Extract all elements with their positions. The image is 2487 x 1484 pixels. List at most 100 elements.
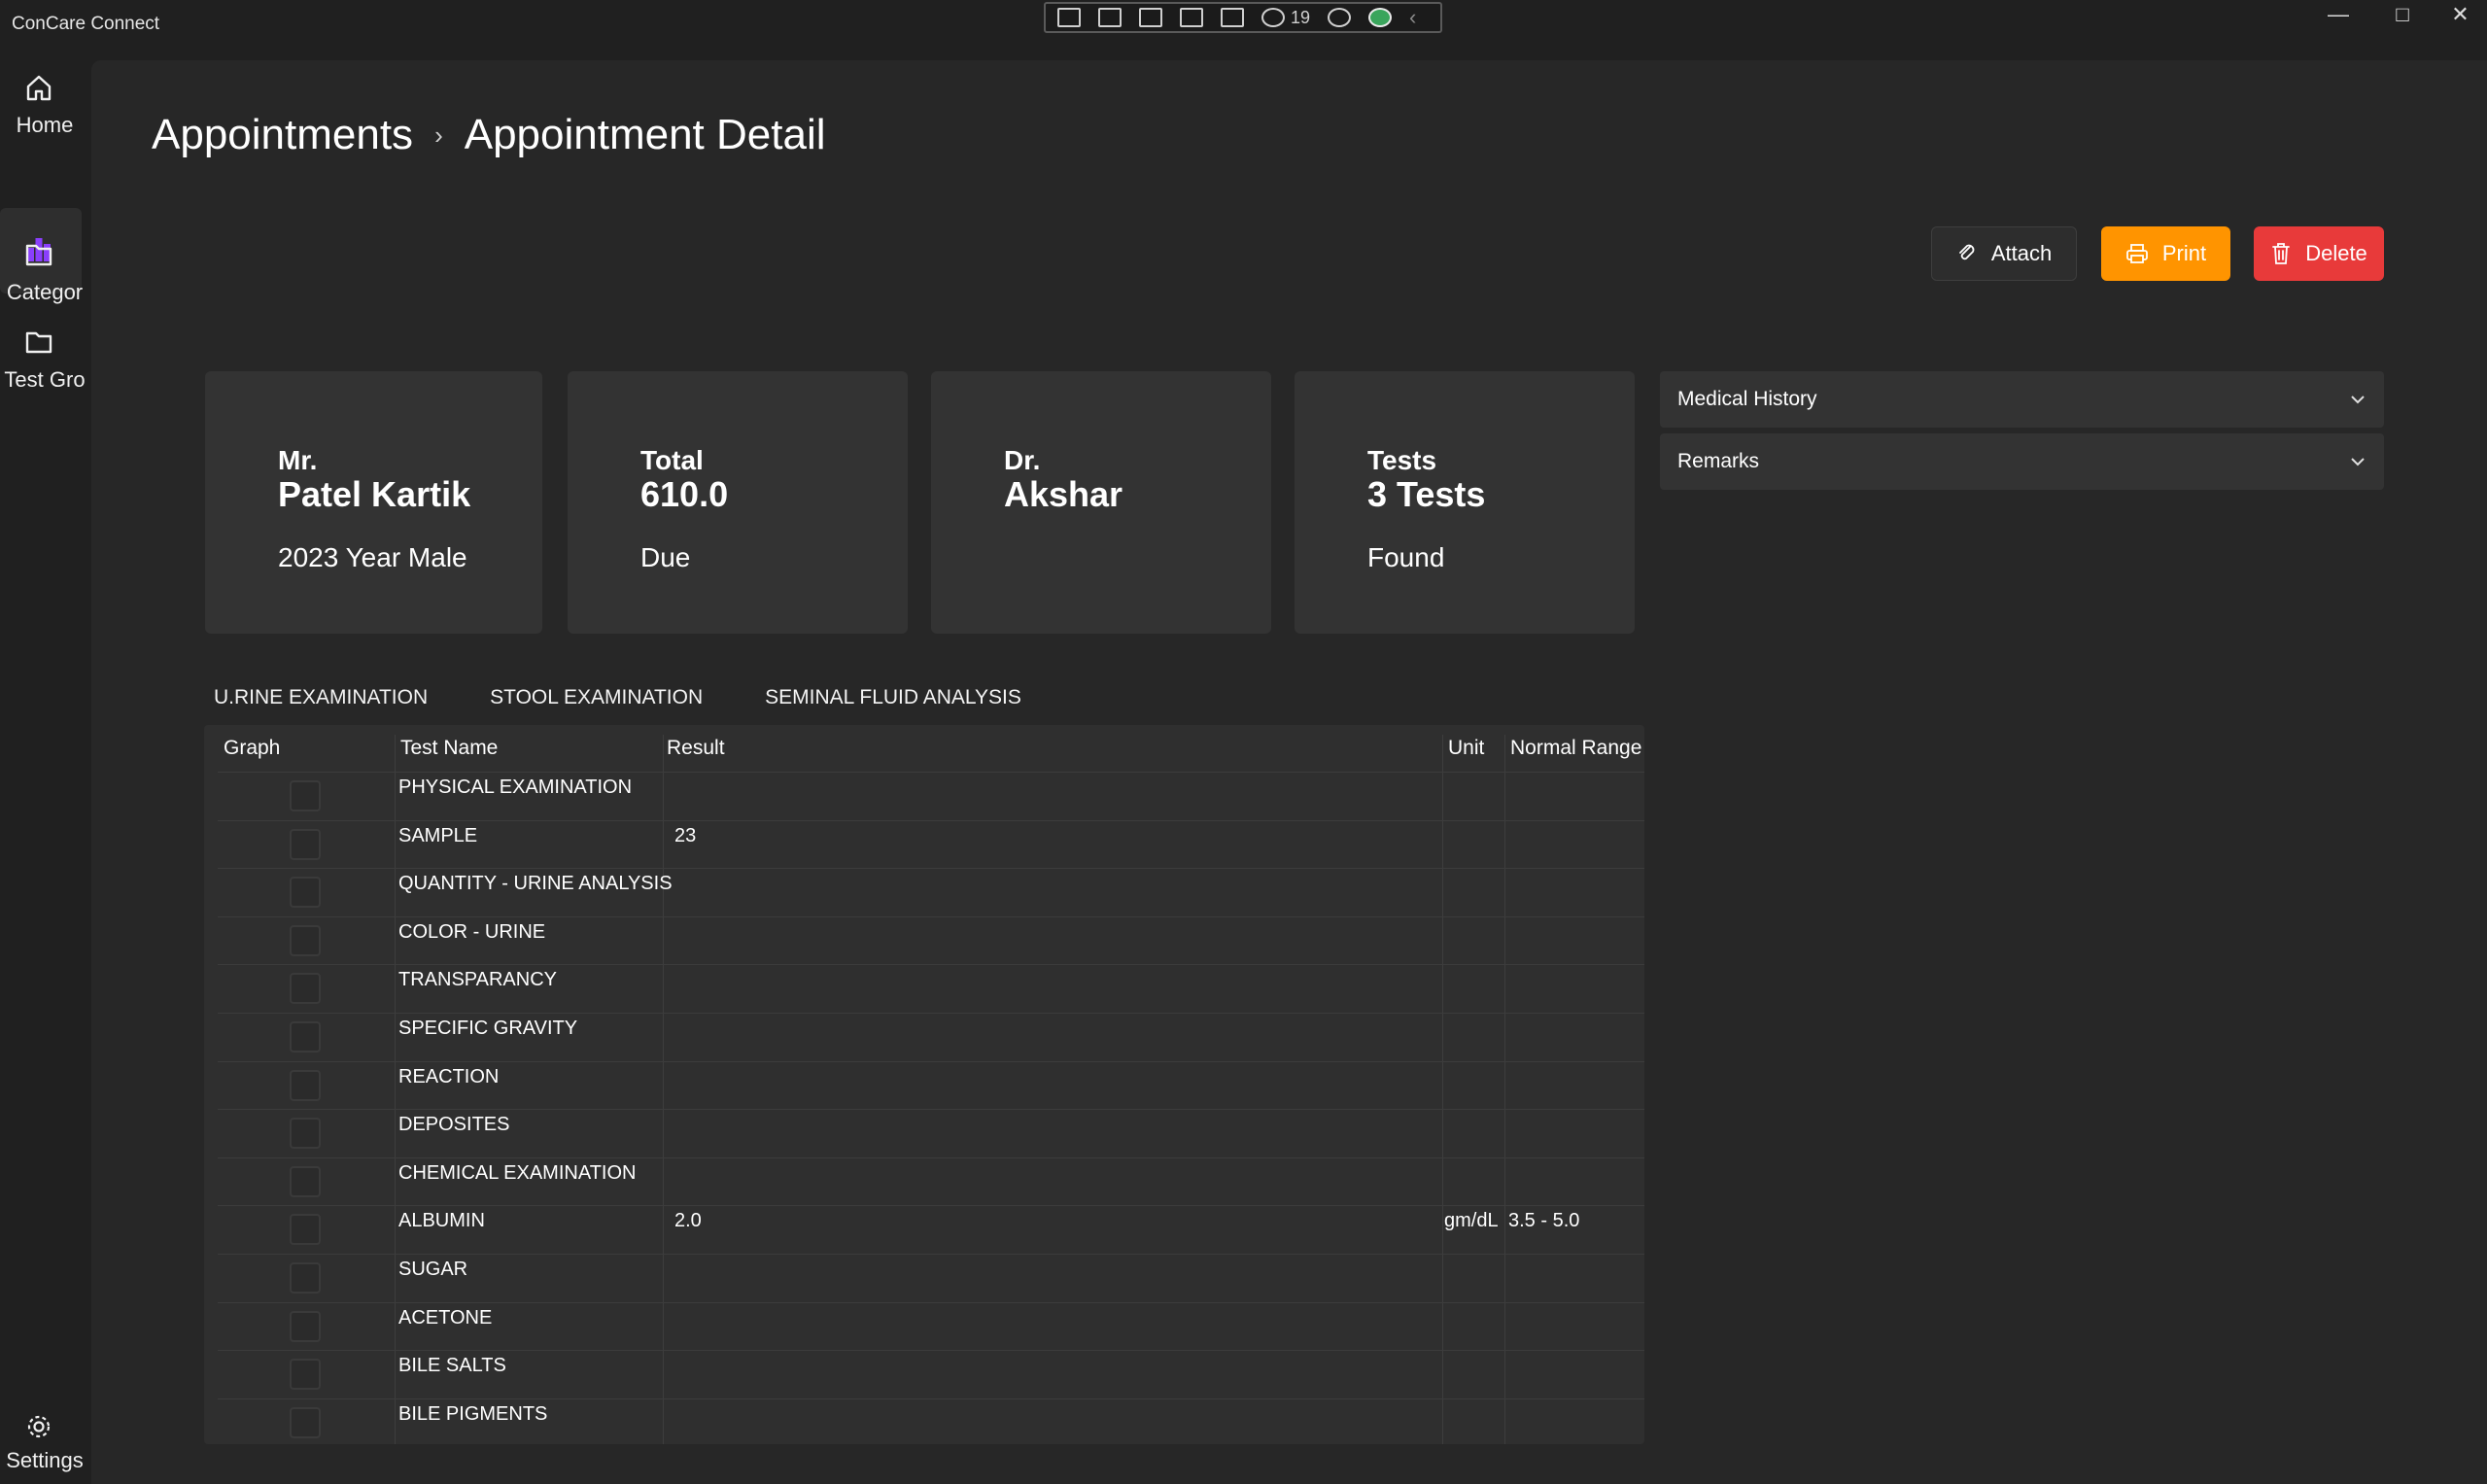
folder-icon	[25, 244, 52, 266]
graph-checkbox[interactable]	[290, 828, 321, 860]
maximize-button[interactable]: □	[2371, 0, 2434, 29]
column-header-graph[interactable]: Graph	[224, 725, 280, 772]
test-name-cell: CHEMICAL EXAMINATION	[398, 1161, 637, 1184]
table-row[interactable]: ALBUMIN 2.0 gm/dL 3.5 - 5.0	[218, 1205, 1644, 1254]
graph-checkbox[interactable]	[290, 1359, 321, 1391]
graph-checkbox[interactable]	[290, 780, 321, 811]
tab-stool-examination[interactable]: STOOL EXAMINATION	[490, 686, 703, 709]
test-name-cell: TRANSPARANCY	[398, 969, 557, 991]
debug-toolbar: 19 ‹	[1044, 2, 1442, 33]
nav-item-category[interactable]: Categor	[0, 241, 83, 319]
track-focus-icon[interactable]	[1221, 8, 1244, 27]
nav-item-label: Test Gro	[4, 367, 86, 392]
table-row[interactable]: SUGAR	[218, 1254, 1644, 1302]
check-icon[interactable]	[1368, 8, 1393, 27]
gear-icon	[27, 1415, 51, 1438]
attach-button[interactable]: Attach	[1931, 226, 2077, 281]
close-button[interactable]: ✕	[2434, 0, 2487, 29]
chevron-down-icon	[2351, 458, 2365, 466]
minimize-button[interactable]: —	[2307, 0, 2369, 29]
test-name-cell: ACETONE	[398, 1306, 493, 1329]
attach-label: Attach	[1990, 241, 2053, 265]
table-row[interactable]: COLOR - URINE	[218, 915, 1644, 965]
binding-failures-count: 19	[1291, 7, 1311, 27]
print-label: Print	[2161, 241, 2207, 265]
graph-checkbox[interactable]	[290, 1214, 321, 1246]
tab-seminal-fluid-analysis[interactable]: SEMINAL FLUID ANALYSIS	[765, 686, 1021, 709]
video-icon[interactable]	[1098, 8, 1122, 27]
table-row[interactable]: PHYSICAL EXAMINATION	[218, 772, 1644, 820]
graph-checkbox[interactable]	[290, 973, 321, 1005]
main-content: Appointments › Appointment Detail Attach…	[91, 60, 2487, 1484]
paperclip-icon	[1958, 244, 1975, 260]
column-header-normal-range[interactable]: Normal Range	[1510, 725, 1641, 772]
graph-checkbox[interactable]	[290, 1021, 321, 1053]
total-status: Due	[640, 542, 691, 572]
patient-details: 2023 Year Male	[278, 542, 467, 572]
table-row[interactable]: CHEMICAL EXAMINATION	[218, 1156, 1644, 1206]
test-name-cell: SUGAR	[398, 1259, 468, 1280]
patient-card: Mr. Patel Kartik 2023 Year Male	[205, 371, 542, 634]
layout-adorner-icon[interactable]	[1180, 8, 1203, 27]
tab-urine-examination[interactable]: U.RINE EXAMINATION	[214, 686, 428, 709]
doctor-card: Dr. Akshar	[931, 371, 1271, 634]
graph-checkbox[interactable]	[290, 1406, 321, 1438]
graph-checkbox[interactable]	[290, 1262, 321, 1294]
test-name-cell: REACTION	[398, 1065, 500, 1087]
medical-history-expander[interactable]: Medical History	[1660, 371, 2384, 428]
home-icon	[26, 75, 52, 101]
column-header-unit[interactable]: Unit	[1448, 725, 1484, 772]
table-row[interactable]: QUANTITY - URINE ANALYSIS	[218, 868, 1644, 916]
app-title: ConCare Connect	[12, 14, 160, 34]
breadcrumb: Appointments › Appointment Detail	[152, 111, 826, 159]
test-name-cell: SAMPLE	[398, 824, 478, 846]
graph-checkbox[interactable]	[290, 1118, 321, 1150]
table-row[interactable]: BILE PIGMENTS	[218, 1398, 1644, 1444]
graph-checkbox[interactable]	[290, 1165, 321, 1197]
nav-item-settings[interactable]: Settings	[0, 1407, 84, 1484]
patient-name: Patel Kartik	[278, 474, 471, 514]
total-card: Total 610.0 Due	[568, 371, 908, 634]
collapse-chevron-icon[interactable]: ‹	[1409, 5, 1416, 30]
graph-checkbox[interactable]	[290, 1069, 321, 1101]
remarks-label: Remarks	[1677, 450, 1760, 472]
table-row[interactable]: ACETONE	[218, 1301, 1644, 1351]
select-element-icon[interactable]	[1139, 8, 1162, 27]
table-row[interactable]: TRANSPARANCY	[218, 964, 1644, 1013]
graph-checkbox[interactable]	[290, 924, 321, 956]
column-header-result[interactable]: Result	[667, 725, 725, 772]
result-cell[interactable]: 23	[674, 825, 696, 847]
column-header-test-name[interactable]: Test Name	[400, 725, 498, 772]
nav-item-test-group[interactable]: Test Gro	[0, 328, 86, 406]
accessibility-icon[interactable]	[1328, 8, 1352, 27]
table-row[interactable]: BILE SALTS	[218, 1350, 1644, 1398]
title-bar: ConCare Connect 19 ‹ — □ ✕	[0, 0, 2487, 60]
test-name-cell: ALBUMIN	[398, 1210, 485, 1232]
breadcrumb-parent[interactable]: Appointments	[152, 111, 413, 159]
nav-item-home[interactable]: Home	[0, 66, 82, 144]
test-name-cell: BILE SALTS	[398, 1355, 506, 1377]
tests-label: Tests	[1367, 445, 1437, 475]
remarks-expander[interactable]: Remarks	[1660, 433, 2384, 490]
delete-button[interactable]: Delete	[2254, 226, 2384, 281]
test-name-cell: SPECIFIC GRAVITY	[398, 1018, 578, 1039]
graph-checkbox[interactable]	[290, 877, 321, 909]
test-name-cell: DEPOSITES	[398, 1114, 510, 1136]
table-row[interactable]: REACTION	[218, 1060, 1644, 1110]
test-name-cell: PHYSICAL EXAMINATION	[398, 777, 633, 798]
delete-label: Delete	[2305, 241, 2367, 265]
test-results-grid: Graph Test Name Result Unit Normal Range…	[204, 725, 1644, 1444]
print-button[interactable]: Print	[2101, 226, 2230, 281]
tests-status: Found	[1367, 542, 1445, 572]
table-row[interactable]: DEPOSITES	[218, 1109, 1644, 1157]
patient-title: Mr.	[278, 445, 318, 475]
table-row[interactable]: SPECIFIC GRAVITY	[218, 1013, 1644, 1061]
table-row[interactable]: SAMPLE 23	[218, 819, 1644, 869]
live-tree-icon[interactable]	[1057, 8, 1081, 27]
graph-checkbox[interactable]	[290, 1310, 321, 1342]
page-title: Appointment Detail	[464, 111, 826, 158]
total-amount: 610.0	[640, 474, 729, 514]
chevron-down-icon	[2351, 396, 2365, 404]
binding-failures-icon[interactable]	[1261, 8, 1285, 27]
result-cell[interactable]: 2.0	[674, 1210, 702, 1232]
